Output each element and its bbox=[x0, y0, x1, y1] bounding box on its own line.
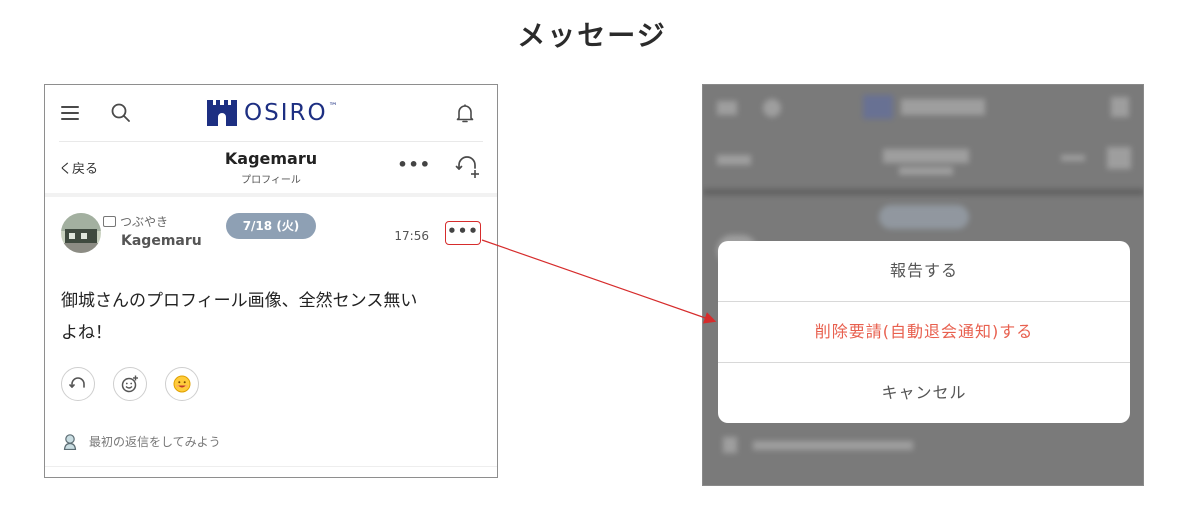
reply-icon[interactable] bbox=[61, 367, 95, 401]
chat-bubble-icon bbox=[103, 216, 116, 227]
post-menu-button[interactable]: ••• bbox=[445, 221, 481, 245]
phone-screen-left: OSIRO ™ く戻る Kagemaru プロフィール ••• つぶやき Kag… bbox=[44, 84, 498, 478]
top-bar: OSIRO ™ bbox=[45, 85, 497, 141]
add-emoji-icon[interactable] bbox=[113, 367, 147, 401]
reaction-bar bbox=[61, 367, 217, 401]
castle-logo-icon bbox=[207, 100, 237, 126]
menu-icon[interactable] bbox=[59, 101, 83, 125]
bottom-divider bbox=[45, 466, 497, 467]
more-options-button[interactable]: ••• bbox=[397, 155, 431, 174]
post-author[interactable]: Kagemaru bbox=[121, 233, 202, 249]
post-time: 17:56 bbox=[394, 229, 429, 243]
post-type-label: つぶやき bbox=[103, 213, 168, 230]
first-reply-text: 最初の返信をしてみよう bbox=[89, 435, 221, 449]
post-body: 御城さんのプロフィール画像、全然センス無い よね！ bbox=[61, 285, 481, 349]
action-sheet: 報告する 削除要請(自動退会通知)する キャンセル bbox=[718, 241, 1130, 423]
avatar[interactable] bbox=[61, 213, 101, 253]
post-body-line: 御城さんのプロフィール画像、全然センス無い bbox=[61, 291, 418, 311]
search-icon[interactable] bbox=[109, 101, 133, 125]
date-badge: 7/18 (火) bbox=[226, 213, 316, 239]
report-option[interactable]: 報告する bbox=[718, 241, 1130, 301]
post-body-line: よね！ bbox=[61, 323, 112, 343]
first-reply-prompt[interactable]: 最初の返信をしてみよう bbox=[63, 433, 221, 450]
reply-plus-icon[interactable] bbox=[455, 153, 481, 179]
smile-icon[interactable] bbox=[165, 367, 199, 401]
person-icon bbox=[63, 433, 77, 450]
logo-text: OSIRO bbox=[244, 100, 328, 126]
post-type-text: つぶやき bbox=[120, 215, 169, 229]
post-card: つぶやき Kagemaru 7/18 (火) 17:56 ••• 御城さんのプロ… bbox=[45, 197, 497, 467]
bell-icon[interactable] bbox=[453, 101, 477, 125]
cancel-option[interactable]: キャンセル bbox=[718, 363, 1130, 423]
sub-header: く戻る Kagemaru プロフィール ••• bbox=[45, 141, 497, 191]
page-title: メッセージ bbox=[517, 19, 667, 52]
logo-trademark: ™ bbox=[328, 102, 338, 112]
delete-request-option[interactable]: 削除要請(自動退会通知)する bbox=[718, 302, 1130, 362]
osiro-logo[interactable]: OSIRO ™ bbox=[207, 98, 338, 128]
